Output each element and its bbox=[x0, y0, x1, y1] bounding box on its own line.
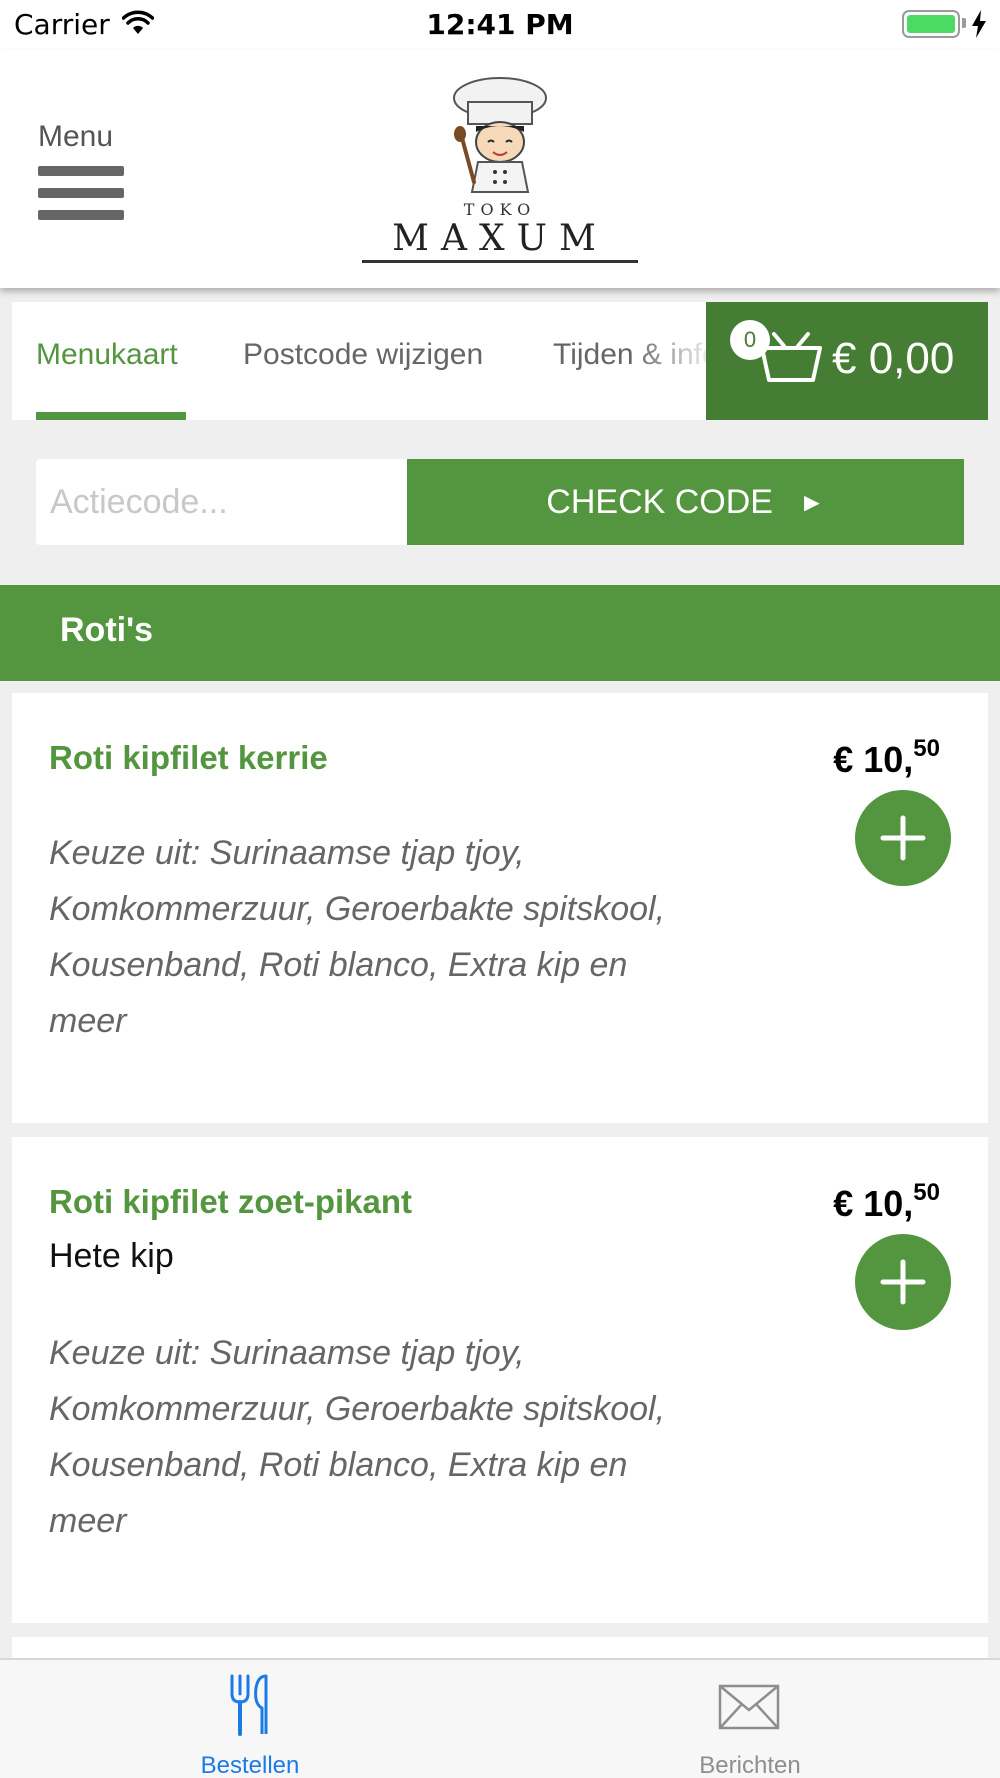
tab-bestellen[interactable]: Bestellen bbox=[0, 1660, 500, 1778]
tab-berichten[interactable]: Berichten bbox=[500, 1660, 1000, 1778]
check-code-button[interactable]: CHECK CODE ► bbox=[407, 459, 964, 545]
product-description: Keuze uit: Surinaamse tjap tjoy, Komkomm… bbox=[49, 1334, 666, 1540]
section-title: Roti's bbox=[60, 611, 154, 649]
promo-code-input[interactable] bbox=[36, 459, 408, 545]
battery-tip bbox=[962, 18, 966, 28]
product-card: Roti kipfilet kerrie € 10,50 Keuze uit: … bbox=[12, 693, 988, 1123]
product-name: Roti kipfilet zoet-pikant bbox=[49, 1183, 412, 1220]
plus-icon bbox=[880, 1259, 926, 1305]
app-screen: Carrier 12:41 PM Menu TOKO MAXUM Menukaa… bbox=[0, 0, 1000, 1778]
tab-postcode-wijzigen[interactable]: Postcode wijzigen bbox=[243, 338, 483, 372]
product-card: Roti kipfilet zoet-pikant Hete kip € 10,… bbox=[12, 1137, 988, 1623]
product-price: € 10,50 bbox=[833, 735, 940, 780]
cart-button[interactable]: 0 € 0,00 bbox=[706, 302, 988, 420]
charging-bolt-icon bbox=[972, 10, 986, 38]
add-to-cart-button[interactable] bbox=[855, 1234, 951, 1330]
tab-bestellen-label: Bestellen bbox=[200, 1752, 300, 1778]
play-arrow-icon: ► bbox=[798, 487, 825, 517]
check-code-label: CHECK CODE bbox=[546, 483, 773, 521]
active-tab-indicator bbox=[36, 412, 186, 420]
chef-mascot-icon bbox=[453, 77, 547, 193]
bottom-tab-bar: Bestellen Berichten bbox=[0, 1658, 1000, 1778]
status-time: 12:41 PM bbox=[426, 8, 574, 41]
logo-underline bbox=[362, 260, 638, 263]
logo-name-text: MAXUM bbox=[392, 218, 608, 259]
product-description: Keuze uit: Surinaamse tjap tjoy, Komkomm… bbox=[49, 834, 666, 1040]
add-to-cart-button[interactable] bbox=[855, 790, 951, 886]
hamburger-icon bbox=[38, 166, 124, 232]
envelope-icon bbox=[718, 1684, 780, 1730]
cart-total: € 0,00 bbox=[832, 334, 955, 383]
toko-maxum-logo: TOKO MAXUM bbox=[350, 72, 650, 272]
status-bar: Carrier 12:41 PM bbox=[0, 0, 1000, 50]
menu-label: Menu bbox=[38, 120, 114, 153]
plus-icon bbox=[880, 815, 926, 861]
product-subtitle: Hete kip bbox=[49, 1237, 174, 1275]
product-name: Roti kipfilet kerrie bbox=[49, 739, 328, 776]
battery-icon bbox=[902, 10, 960, 38]
app-header: Menu TOKO MAXUM bbox=[0, 50, 1000, 288]
tab-menukaart[interactable]: Menukaart bbox=[36, 338, 178, 372]
product-price: € 10,50 bbox=[833, 1179, 940, 1224]
cart-count-badge: 0 bbox=[730, 320, 770, 360]
cutlery-icon bbox=[230, 1674, 268, 1736]
logo-small-text: TOKO bbox=[463, 200, 537, 219]
section-header: Roti's bbox=[0, 585, 1000, 681]
tab-berichten-label: Berichten bbox=[699, 1752, 801, 1778]
menu-button[interactable]: Menu bbox=[38, 120, 128, 230]
